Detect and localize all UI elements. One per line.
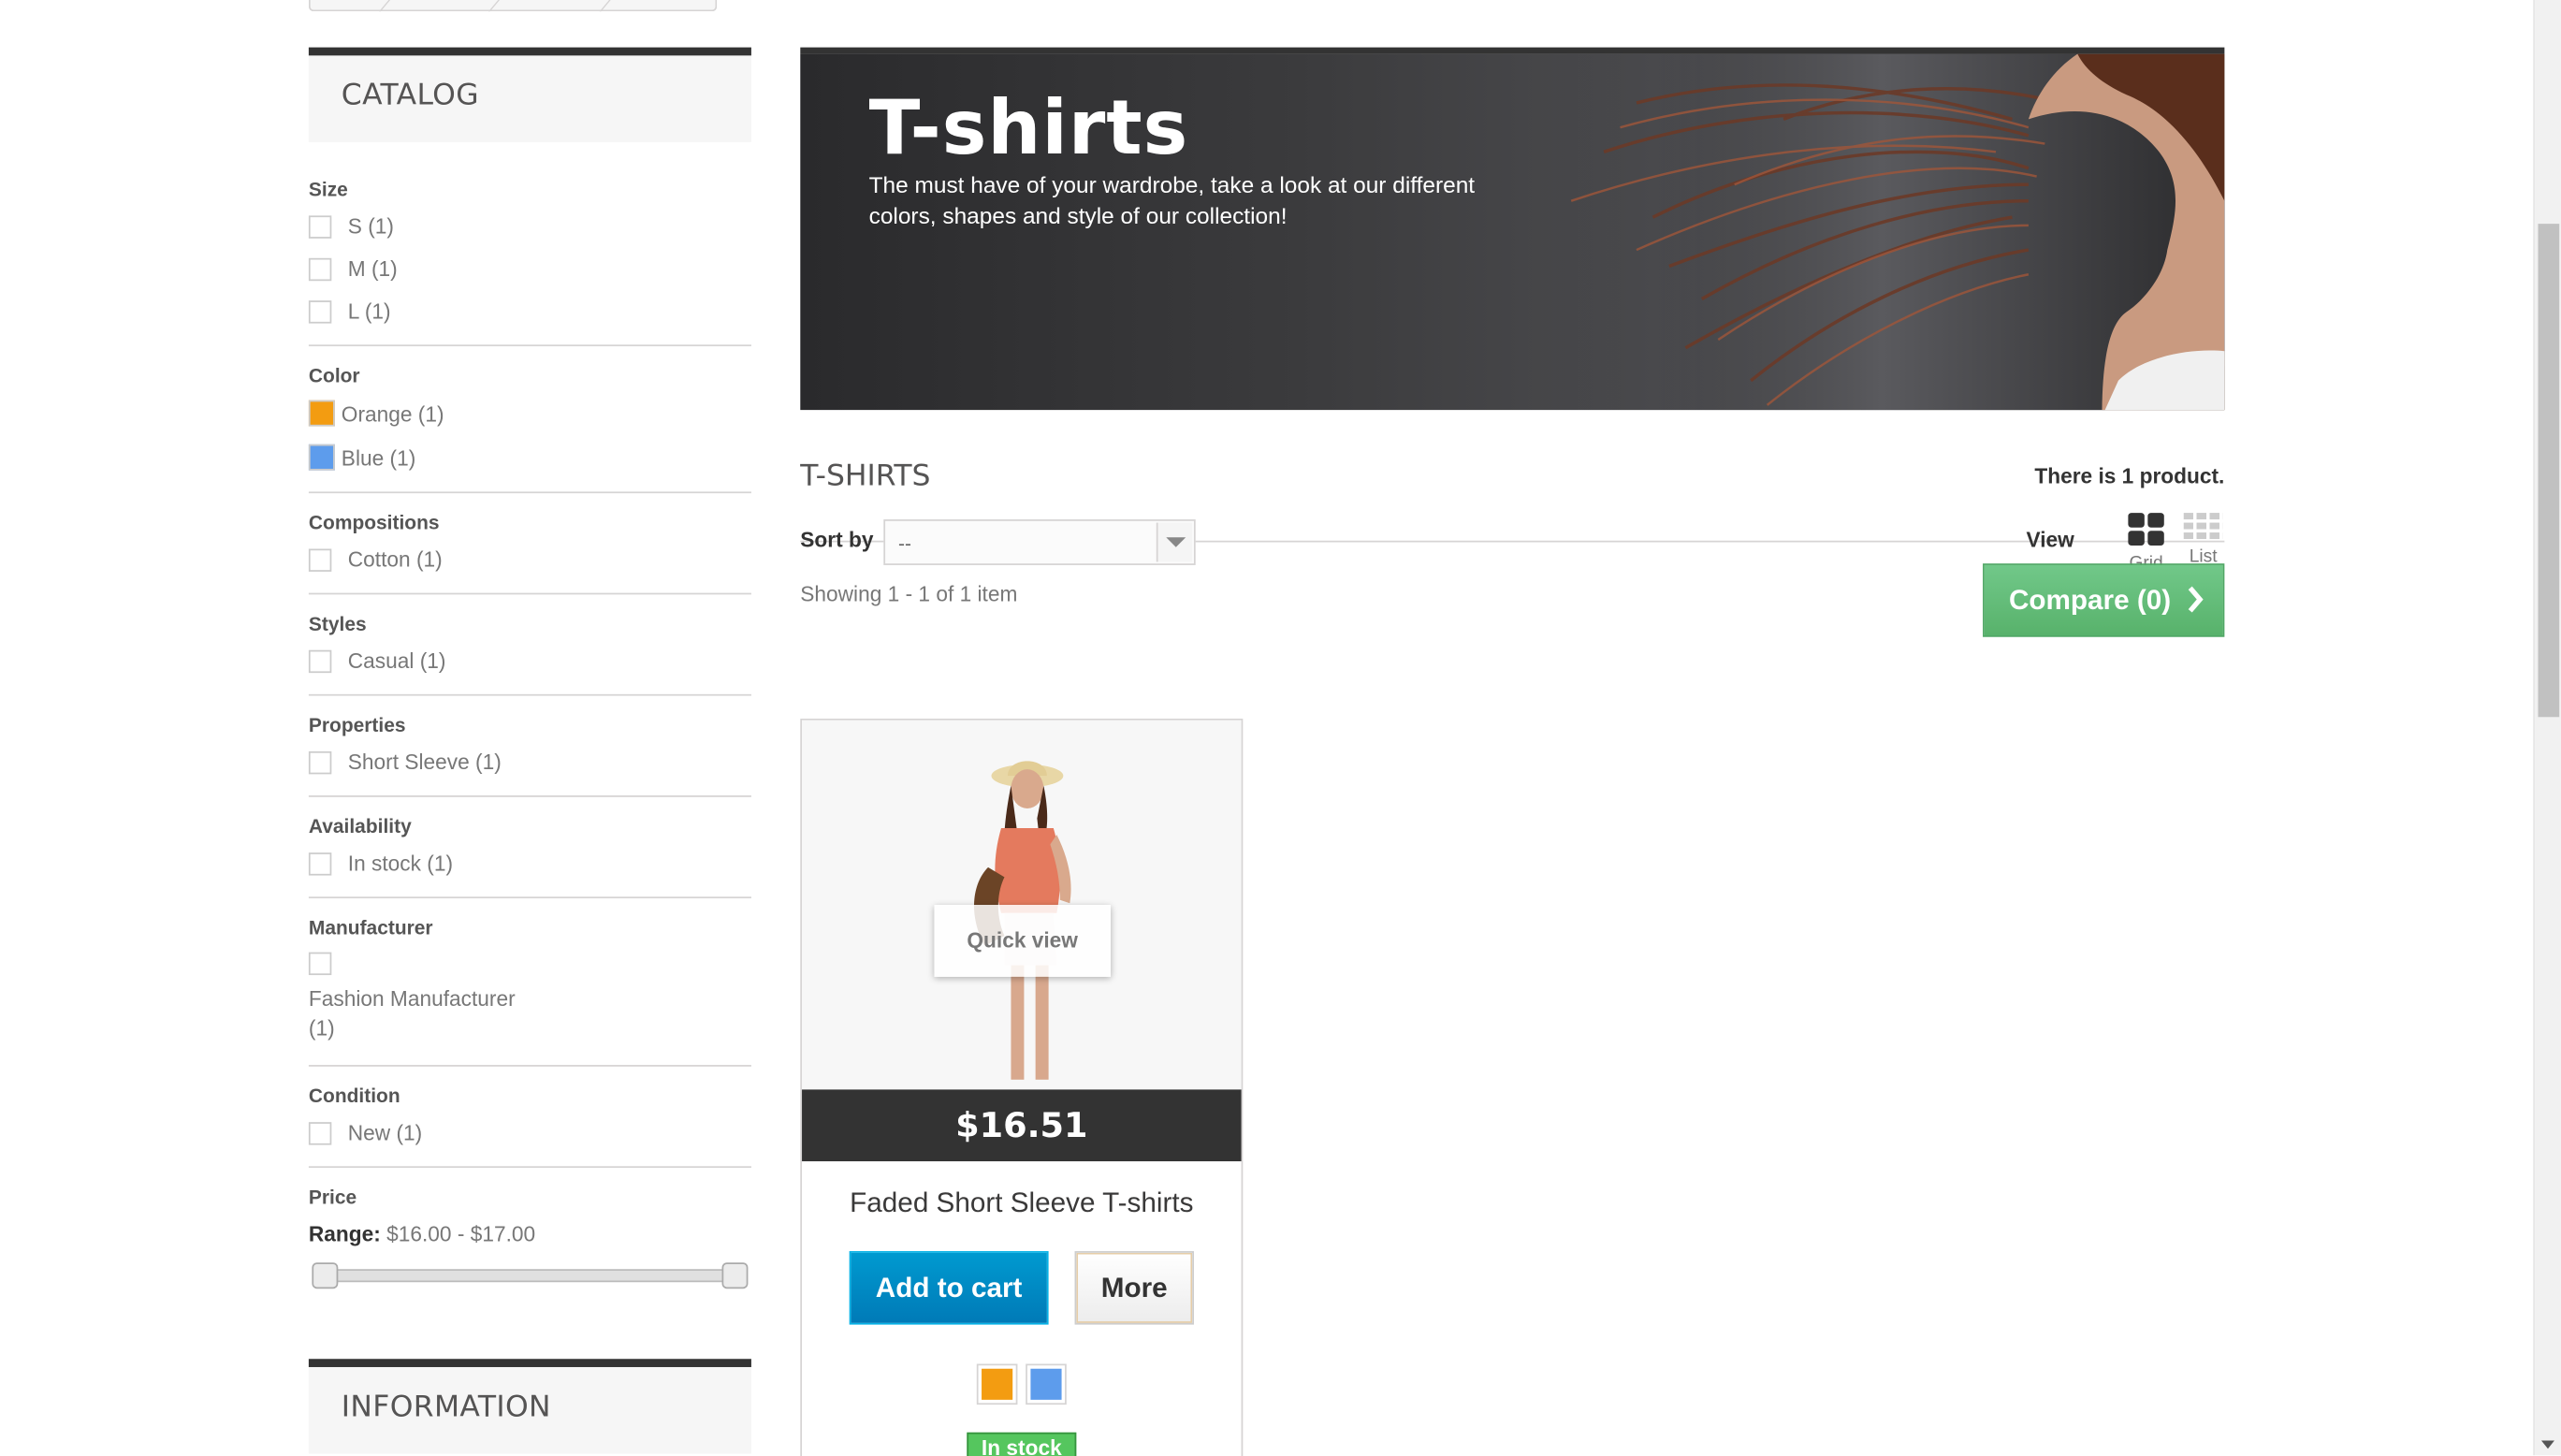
filter-property-short-sleeve[interactable]: Short Sleeve (1): [308, 750, 635, 774]
vertical-scrollbar[interactable]: [2533, 0, 2561, 1456]
scrollbar-thumb[interactable]: [2538, 224, 2560, 718]
filter-styles: Styles Casual (1): [308, 594, 751, 696]
catalog-title: CATALOG: [308, 47, 751, 142]
price-slider-min-handle[interactable]: [312, 1262, 339, 1289]
product-name[interactable]: Faded Short Sleeve T-shirts: [802, 1187, 1242, 1220]
checkbox[interactable]: [308, 299, 332, 323]
price-slider[interactable]: [312, 1262, 749, 1289]
showing-count: Showing 1 - 1 of 1 item: [800, 581, 1018, 606]
price-slider-max-handle[interactable]: [721, 1262, 749, 1289]
scroll-down-arrow-icon[interactable]: [2540, 1440, 2554, 1449]
filter-compositions-title: Compositions: [308, 511, 440, 534]
chevron-right-icon: [2188, 586, 2204, 613]
filter-composition-cotton[interactable]: Cotton (1): [308, 547, 531, 572]
main-content: T-shirts The must have of your wardrobe,…: [800, 47, 2225, 1456]
sort-bar: Sort by -- View Grid List: [800, 410, 2225, 574]
filter-availability-title: Availability: [308, 815, 412, 838]
filter-compositions: Compositions Cotton (1): [308, 493, 751, 595]
filter-manufacturer: Manufacturer Fashion Manufacturer (1): [308, 898, 751, 1067]
quick-view-button[interactable]: Quick view: [934, 905, 1111, 977]
filter-size: Size S (1) M (1) L (1): [308, 178, 751, 347]
filter-color-title: Color: [308, 364, 360, 387]
filter-manufacturer-title: Manufacturer: [308, 916, 433, 939]
checkbox[interactable]: [308, 547, 332, 572]
color-swatch-orange[interactable]: [976, 1363, 1018, 1405]
product-color-list: [976, 1363, 1067, 1405]
product-image[interactable]: Quick view: [802, 720, 1242, 1090]
banner-description: The must have of your wardrobe, take a l…: [868, 171, 1476, 229]
add-to-cart-button[interactable]: Add to cart: [849, 1251, 1049, 1325]
filter-price: Price Range: $16.00 - $17.00: [308, 1168, 751, 1289]
filter-size-l[interactable]: L (1): [308, 298, 531, 324]
filter-properties: Properties Short Sleeve (1): [308, 696, 751, 797]
price-slider-track: [316, 1269, 744, 1283]
model-hair-image: [1538, 53, 2225, 411]
category-banner: T-shirts The must have of your wardrobe,…: [800, 47, 2225, 411]
filter-size-m[interactable]: M (1): [308, 256, 531, 281]
filter-color-blue[interactable]: Blue (1): [308, 444, 531, 471]
banner-title: T-shirts: [868, 83, 1189, 172]
checkbox[interactable]: [308, 852, 332, 875]
grid-icon: [2128, 513, 2164, 546]
price-range: Range: $16.00 - $17.00: [308, 1221, 536, 1246]
information-block: INFORMATION: [308, 1359, 751, 1454]
more-button[interactable]: More: [1074, 1251, 1194, 1325]
filter-condition-title: Condition: [308, 1085, 400, 1108]
filter-manufacturer-fashion[interactable]: Fashion Manufacturer (1): [308, 952, 751, 1044]
filter-styles-title: Styles: [308, 612, 367, 635]
checkbox[interactable]: [308, 648, 332, 673]
filter-price-title: Price: [308, 1186, 357, 1209]
checkbox[interactable]: [308, 214, 332, 238]
checkbox[interactable]: [308, 256, 332, 281]
checkbox[interactable]: [308, 1121, 332, 1144]
information-title: INFORMATION: [308, 1359, 751, 1454]
orange-swatch[interactable]: [308, 400, 335, 427]
product-price: $16.51: [802, 1089, 1242, 1162]
layered-navigation: CATALOG Size S (1) M (1) L (1) Color Ora…: [308, 47, 751, 1289]
compare-button[interactable]: Compare (0): [1983, 563, 2225, 637]
filter-style-casual[interactable]: Casual (1): [308, 648, 531, 673]
filter-availability-in-stock[interactable]: In stock (1): [308, 851, 531, 876]
filter-availability: Availability In stock (1): [308, 797, 751, 899]
stock-badge: In stock: [967, 1432, 1077, 1456]
product-card[interactable]: Quick view $16.51 Faded Short Sleeve T-s…: [800, 719, 1244, 1456]
checkbox[interactable]: [308, 952, 332, 976]
color-swatch-blue[interactable]: [1026, 1363, 1067, 1405]
filter-size-s[interactable]: S (1): [308, 214, 531, 239]
filter-condition: Condition New (1): [308, 1067, 751, 1169]
list-icon: [2183, 513, 2223, 540]
filter-color-orange[interactable]: Orange (1): [308, 400, 531, 427]
filter-properties-title: Properties: [308, 713, 406, 737]
checkbox[interactable]: [308, 750, 332, 774]
filter-condition-new[interactable]: New (1): [308, 1120, 531, 1145]
breadcrumb: [308, 0, 718, 12]
blue-swatch[interactable]: [308, 444, 335, 471]
filter-size-title: Size: [308, 178, 348, 201]
filter-color: Color Orange (1) Blue (1): [308, 346, 751, 494]
